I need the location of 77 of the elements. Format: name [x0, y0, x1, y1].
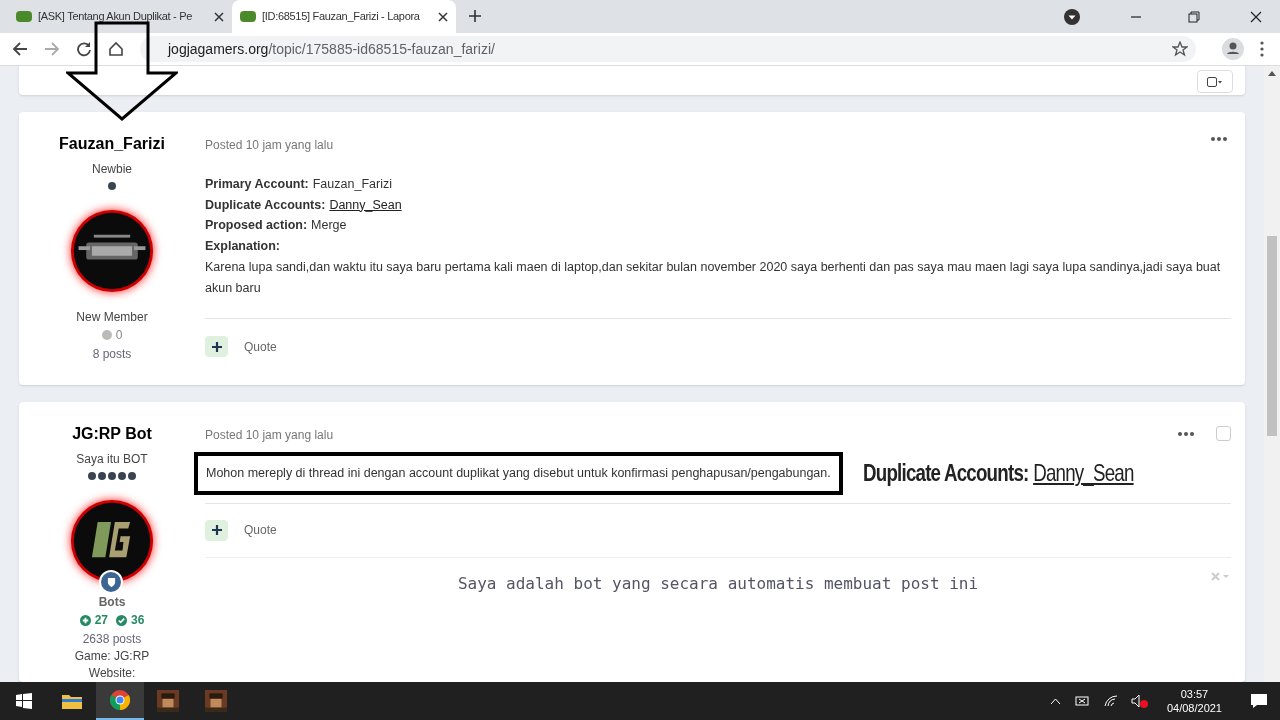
post-count: 2638 posts	[82, 631, 142, 648]
more-icon	[1211, 136, 1227, 142]
plus-icon	[211, 341, 222, 352]
solution-count: 36	[131, 612, 145, 629]
checkbox-icon	[1207, 76, 1223, 87]
app-icon	[157, 690, 179, 712]
field-label: Explanation:	[205, 237, 280, 255]
app-icon	[205, 690, 227, 712]
member-title: Saya itu BOT	[76, 451, 148, 468]
close-icon	[214, 11, 224, 22]
site-favicon	[240, 11, 256, 22]
field-value: Fauzan_Farizi	[312, 176, 392, 193]
windows-icon	[16, 693, 32, 709]
author-name[interactable]: JG:RP Bot	[72, 422, 152, 446]
speaker-muted-icon	[1130, 694, 1149, 708]
star-icon	[1172, 41, 1188, 57]
plus-icon	[211, 525, 222, 536]
clock-time: 03:57	[1180, 687, 1209, 701]
bot-message: Mohon mereply di thread ini dengan account duplikat yang disebut untuk konfirmasi penghapusan/pengabungan.	[194, 452, 843, 495]
close-icon	[1211, 571, 1231, 582]
rank-pip	[108, 182, 116, 190]
explanation-text: Karena lupa sandi,dan waktu itu saya baru pertama kali maen di laptop,dan sekitar bulan november 2020 saya berhenti dan pas saya mau maen lagi saya lupa sandinya,jadi saya buat akun baru	[205, 259, 1222, 297]
annotation-image: Duplicate Accounts: Danny_Sean	[862, 458, 1134, 489]
new-tab-icon	[468, 9, 482, 23]
restore-icon	[1188, 10, 1200, 23]
notification-icon	[1250, 693, 1268, 709]
forward-icon	[44, 41, 60, 57]
member-group: Bots	[98, 593, 126, 611]
close-icon	[1250, 10, 1262, 23]
account-link[interactable]: Danny_Sean	[329, 194, 402, 215]
clock-date: 04/08/2021	[1166, 701, 1222, 715]
post-count: 8 posts	[92, 346, 132, 363]
plus-circle-icon	[79, 614, 91, 626]
post-date: Posted 10 jam yang lalu	[205, 427, 334, 444]
tab-title: [ID:68515] Fauzan_Farizi - Lapora	[262, 9, 421, 25]
home-icon	[108, 41, 124, 57]
author-name[interactable]: Fauzan_Farizi	[59, 132, 165, 156]
battery-icon	[1072, 695, 1091, 707]
field-label: Proposed action:	[205, 217, 308, 234]
shield-badge	[99, 570, 123, 594]
field-value: Merge	[311, 217, 347, 234]
add-button[interactable]	[205, 336, 228, 357]
reputation-count: 27	[94, 612, 108, 629]
profile-field: Game: JG:RP	[74, 648, 150, 665]
browser-icon	[110, 690, 130, 710]
reputation-count: 0	[115, 327, 123, 344]
reload-icon	[76, 41, 92, 57]
wifi-icon	[1102, 694, 1119, 708]
post-date: Posted 10 jam yang lalu	[205, 137, 334, 154]
member-title: Newbie	[92, 161, 132, 178]
select-checkbox[interactable]	[1216, 426, 1231, 441]
back-icon	[12, 41, 28, 57]
add-button[interactable]	[205, 519, 228, 541]
chevron-up-icon	[1049, 697, 1061, 705]
check-circle-icon	[116, 614, 127, 626]
quote-button[interactable]: Quote	[244, 521, 277, 540]
browser-tab[interactable]: [ASK] Tentang Akun Duplikat - Pe	[8, 0, 232, 33]
scrollbar-thumb[interactable]	[1267, 236, 1277, 436]
scroll-up-icon[interactable]	[1268, 71, 1276, 76]
more-icon	[1178, 430, 1194, 437]
signature-text: Saya adalah bot yang secara automatis membuat post ini	[457, 572, 979, 595]
dropdown-icon	[1064, 8, 1080, 25]
tab-title: [ASK] Tentang Akun Duplikat - Pe	[38, 9, 194, 25]
field-label: Duplicate Accounts:	[205, 196, 326, 214]
profile-field: Website:	[88, 665, 136, 682]
browser-tab[interactable]: [ID:68515] Fauzan_Farizi - Lapora	[232, 0, 456, 33]
address-bar[interactable]: jogjagamers.org/topic/175885-id68515-fauzan_farizi/	[140, 36, 1196, 62]
moderation-button[interactable]	[1197, 70, 1233, 93]
folder-icon	[62, 693, 82, 709]
menu-icon	[1260, 41, 1264, 57]
taskbar-app[interactable]	[96, 682, 144, 720]
site-favicon	[16, 11, 32, 22]
profile-icon	[1222, 38, 1244, 60]
member-rank: New Member	[76, 309, 148, 326]
quote-button[interactable]: Quote	[244, 337, 277, 356]
field-label: Primary Account:	[205, 176, 309, 193]
close-icon	[438, 11, 448, 22]
